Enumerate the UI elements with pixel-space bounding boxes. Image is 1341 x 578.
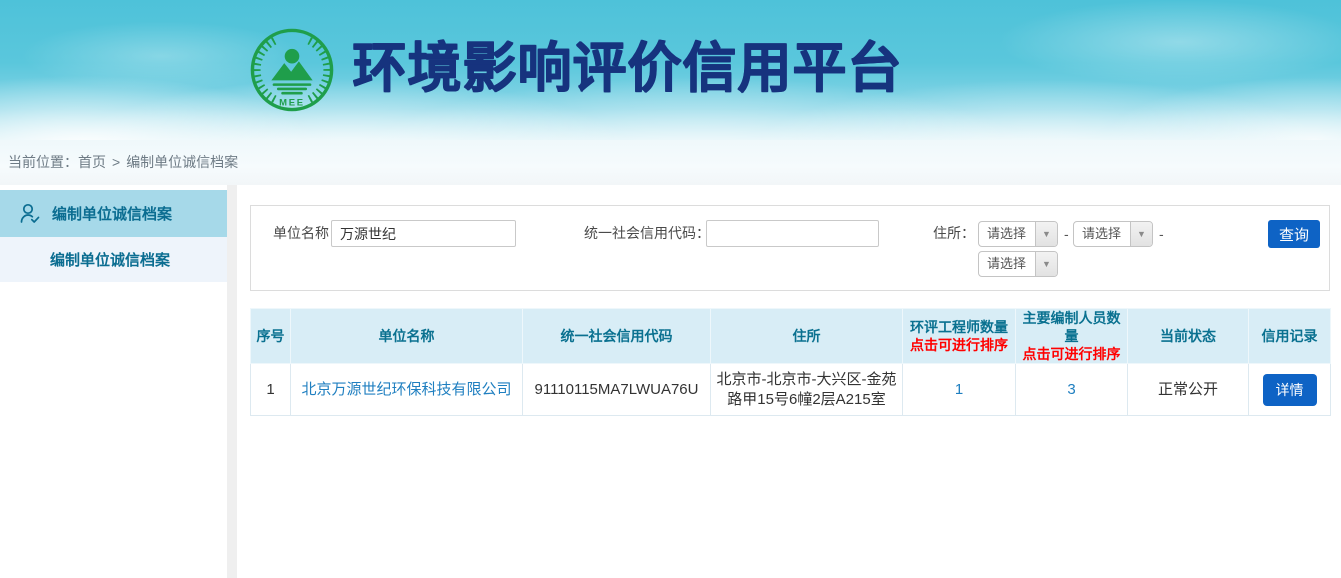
chevron-down-icon[interactable]: ▼ xyxy=(1035,252,1057,276)
address-label: 住所： xyxy=(933,220,975,247)
logo-waves xyxy=(274,85,310,94)
chevron-down-icon[interactable]: ▼ xyxy=(1130,222,1152,246)
logo-mountains xyxy=(271,61,312,80)
breadcrumb-band: 当前位置：首页 > 编制单位诚信档案 xyxy=(0,140,1341,185)
detail-button[interactable]: 详情 xyxy=(1263,374,1317,406)
select-value: 请选择 xyxy=(979,252,1035,276)
sidebar-subitem-unit-credit-archive[interactable]: 编制单位诚信档案 xyxy=(0,237,227,282)
select-value: 请选择 xyxy=(1074,222,1130,246)
dash-separator: - xyxy=(1064,221,1069,248)
breadcrumb-home-link[interactable]: 首页 xyxy=(78,154,106,170)
sidebar-item-label: 编制单位诚信档案 xyxy=(52,203,172,224)
site-title: 环境影响评价信用平台 xyxy=(352,37,902,99)
user-check-icon xyxy=(18,202,42,226)
engineer-count-link[interactable]: 1 xyxy=(955,381,963,398)
cell-index: 1 xyxy=(251,364,291,416)
cell-status: 正常公开 xyxy=(1128,364,1249,416)
sidebar-subitem-label: 编制单位诚信档案 xyxy=(50,249,170,270)
staff-count-link[interactable]: 3 xyxy=(1067,381,1075,398)
mee-logo: MEE xyxy=(249,27,335,113)
logo-text: MEE xyxy=(279,97,305,108)
col-header-unit-name: 单位名称 xyxy=(291,309,523,364)
breadcrumb: 当前位置：首页 > 编制单位诚信档案 xyxy=(8,152,238,172)
table-row: 1 北京万源世纪环保科技有限公司 91110115MA7LWUA76U 北京市-… xyxy=(251,364,1331,416)
main-panel: 单位名称： 统一社会信用代码： 住所： 请选择 ▼ - 请选择 ▼ - 请选择 … xyxy=(237,185,1341,578)
select-value: 请选择 xyxy=(979,222,1035,246)
chevron-down-icon[interactable]: ▼ xyxy=(1035,222,1057,246)
unit-name-input[interactable] xyxy=(331,220,516,247)
breadcrumb-separator: > xyxy=(112,154,120,170)
col-header-credit-record: 信用记录 xyxy=(1249,309,1331,364)
search-form: 单位名称： 统一社会信用代码： 住所： 请选择 ▼ - 请选择 ▼ - 请选择 … xyxy=(250,205,1330,291)
credit-code-input[interactable] xyxy=(706,220,879,247)
address-province-select[interactable]: 请选择 ▼ xyxy=(978,221,1058,247)
credit-code-label: 统一社会信用代码： xyxy=(584,220,710,247)
sidebar: 编制单位诚信档案 编制单位诚信档案 xyxy=(0,185,227,578)
logo-sun xyxy=(285,49,300,64)
address-city-select[interactable]: 请选择 ▼ xyxy=(1073,221,1153,247)
sort-hint[interactable]: 点击可进行排序 xyxy=(903,336,1015,354)
col-header-status: 当前状态 xyxy=(1128,309,1249,364)
table-header-row: 序号 单位名称 统一社会信用代码 住所 环评工程师数量 点击可进行排序 主要编制… xyxy=(251,309,1331,364)
sort-hint[interactable]: 点击可进行排序 xyxy=(1016,345,1127,363)
breadcrumb-prefix: 当前位置： xyxy=(8,154,78,170)
col-header-staff-count[interactable]: 主要编制人员数量 点击可进行排序 xyxy=(1016,309,1128,364)
sidebar-item-unit-credit-archive[interactable]: 编制单位诚信档案 xyxy=(0,190,227,237)
col-header-index: 序号 xyxy=(251,309,291,364)
col-header-credit-code: 统一社会信用代码 xyxy=(523,309,711,364)
site-header: MEE 环境影响评价信用平台 xyxy=(0,0,1341,140)
breadcrumb-current: 编制单位诚信档案 xyxy=(126,154,238,170)
cell-credit-code: 91110115MA7LWUA76U xyxy=(523,364,711,416)
unit-name-link[interactable]: 北京万源世纪环保科技有限公司 xyxy=(301,381,511,398)
page-body: 编制单位诚信档案 编制单位诚信档案 单位名称： 统一社会信用代码： 住所： 请选… xyxy=(0,185,1341,578)
address-district-select[interactable]: 请选择 ▼ xyxy=(978,251,1058,277)
cell-address: 北京市-北京市-大兴区-金苑路甲15号6幢2层A215室 xyxy=(711,364,903,416)
query-button[interactable]: 查询 xyxy=(1268,220,1320,248)
col-header-address: 住所 xyxy=(711,309,903,364)
results-table: 序号 单位名称 统一社会信用代码 住所 环评工程师数量 点击可进行排序 主要编制… xyxy=(250,308,1331,416)
col-header-engineer-count[interactable]: 环评工程师数量 点击可进行排序 xyxy=(903,309,1016,364)
dash-separator: - xyxy=(1159,221,1164,248)
